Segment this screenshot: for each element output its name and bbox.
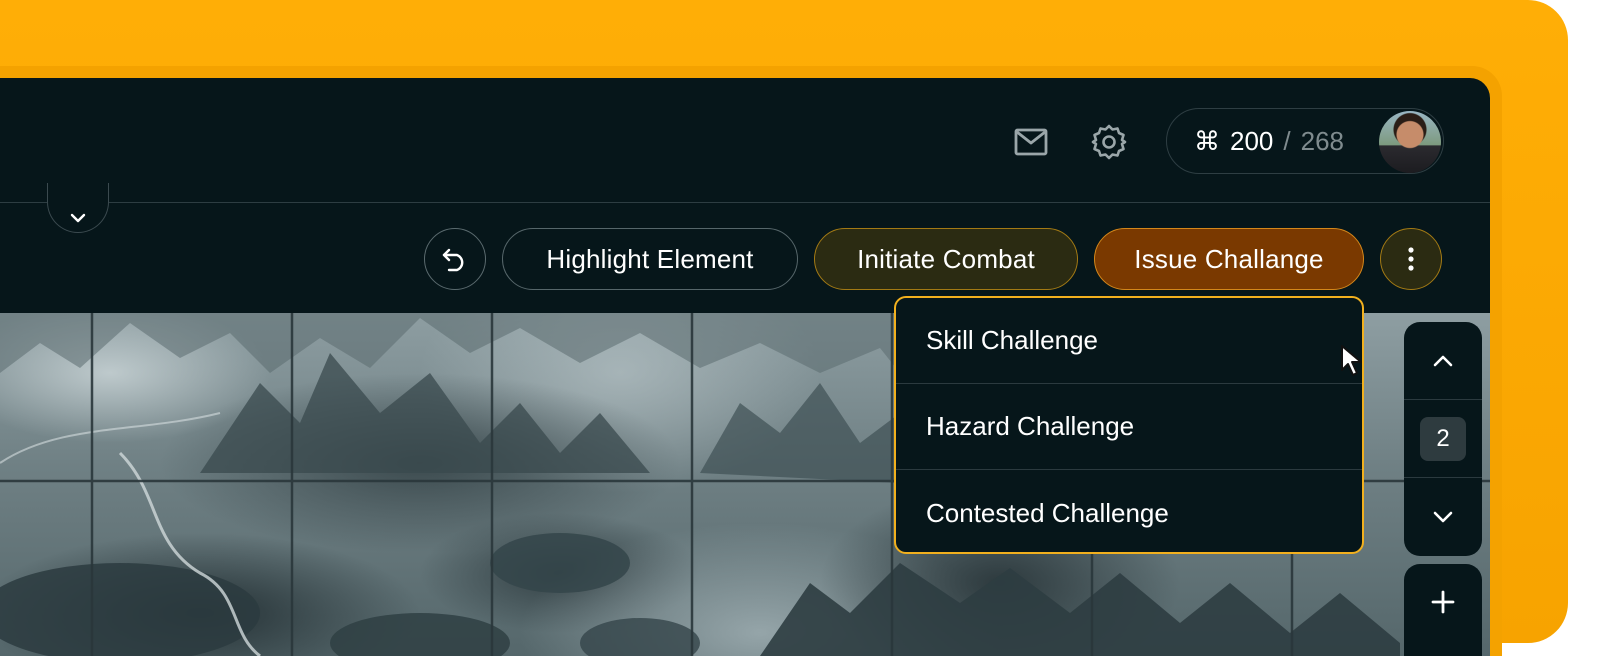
gear-icon[interactable] [1088, 121, 1130, 163]
add-button[interactable] [1404, 564, 1482, 656]
challenge-dropdown-menu: Skill Challenge Hazard Challenge Contest… [894, 296, 1364, 554]
more-options-button[interactable] [1380, 228, 1442, 290]
credits-separator: / [1283, 125, 1291, 156]
chevron-down-icon [70, 213, 86, 223]
collapse-toggle-button[interactable] [47, 183, 109, 233]
command-icon: ⌘ [1194, 125, 1220, 156]
mouse-cursor-icon [1341, 345, 1362, 376]
chevron-down-icon [1433, 511, 1453, 523]
top-bar: ⌘ 200 / 268 [0, 78, 1490, 203]
level-indicator: 2 [1404, 400, 1482, 478]
chevron-up-icon [1433, 355, 1453, 366]
avatar[interactable] [1379, 111, 1441, 173]
level-badge: 2 [1420, 416, 1466, 461]
credits-total: 268 [1300, 125, 1345, 156]
plus-icon [1431, 590, 1455, 614]
menu-item-skill-challenge[interactable]: Skill Challenge [896, 298, 1362, 384]
undo-icon [442, 248, 464, 272]
menu-item-hazard-challenge[interactable]: Hazard Challenge [896, 384, 1362, 470]
initiate-combat-button[interactable]: Initiate Combat [814, 228, 1078, 290]
more-vertical-icon [1408, 247, 1414, 271]
menu-item-contested-challenge[interactable]: Contested Challenge [896, 470, 1362, 552]
app-window: ⌘ 200 / 268 Highlight Element Initiate C… [0, 78, 1490, 656]
level-control: 2 [1404, 322, 1482, 556]
mail-icon[interactable] [1010, 121, 1052, 163]
level-up-button[interactable] [1404, 322, 1482, 400]
credits-pill[interactable]: ⌘ 200 / 268 [1166, 108, 1444, 174]
undo-button[interactable] [424, 228, 486, 290]
issue-challenge-button[interactable]: Issue Challange [1094, 228, 1364, 290]
highlight-element-button[interactable]: Highlight Element [502, 228, 798, 290]
credits-used: 200 [1230, 125, 1274, 156]
level-down-button[interactable] [1404, 478, 1482, 556]
